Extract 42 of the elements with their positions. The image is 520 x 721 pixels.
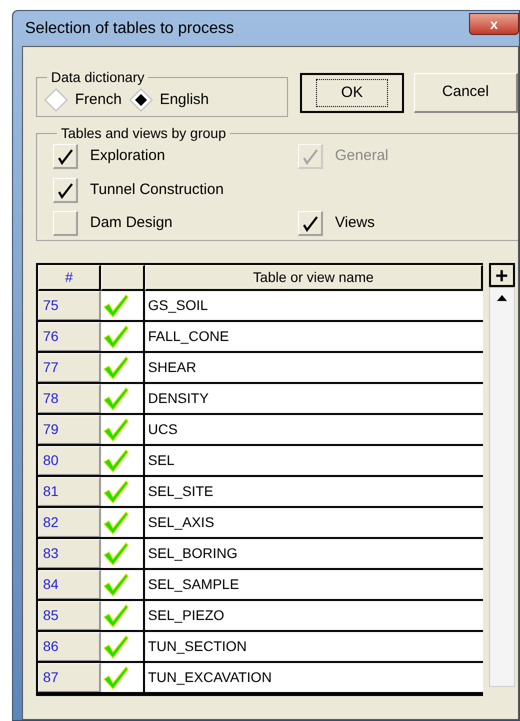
row-header[interactable]: 82 bbox=[38, 508, 101, 537]
row-header[interactable]: 77 bbox=[38, 353, 101, 382]
row-header[interactable]: 85 bbox=[38, 601, 101, 630]
row-header[interactable]: 80 bbox=[38, 446, 101, 475]
window-title: Selection of tables to process bbox=[25, 18, 234, 38]
row-header[interactable]: 75 bbox=[38, 291, 101, 320]
checkbox-label: Dam Design bbox=[90, 213, 173, 234]
row-header[interactable]: 78 bbox=[38, 384, 101, 413]
column-header[interactable]: Table or view name bbox=[145, 265, 483, 291]
table-cell: SEL_AXIS bbox=[145, 508, 483, 537]
table-cell: SEL_SITE bbox=[145, 477, 483, 506]
checkbox-label: Views bbox=[335, 213, 375, 234]
row-header[interactable]: 86 bbox=[38, 632, 101, 661]
radio-label: French bbox=[75, 90, 122, 110]
row-header[interactable]: 76 bbox=[38, 322, 101, 351]
table-cell: SEL_BORING bbox=[145, 539, 483, 568]
checkbox-label: Tunnel Construction bbox=[90, 180, 224, 200]
cancel-button[interactable]: Cancel bbox=[414, 73, 518, 113]
close-button[interactable]: x bbox=[469, 12, 519, 34]
table-cell: TUN_SECTION bbox=[145, 632, 483, 661]
row-header[interactable]: 87 bbox=[38, 663, 101, 692]
table-cell: SEL_SAMPLE bbox=[145, 570, 483, 599]
checkbox-label: Exploration bbox=[90, 146, 166, 166]
table-cell: DENSITY bbox=[145, 384, 483, 413]
group-label: Tables and views by group bbox=[60, 124, 227, 143]
table-cell: SEL bbox=[145, 446, 483, 475]
table-cell: SHEAR bbox=[145, 353, 483, 382]
table-cell: FALL_CONE bbox=[145, 322, 483, 351]
row-header[interactable]: 81 bbox=[38, 477, 101, 506]
table-cell: GS_SOIL bbox=[145, 291, 483, 320]
table-cell: SEL_PIEZO bbox=[145, 601, 483, 630]
radio-label: English bbox=[160, 90, 209, 110]
table-cell: TUN_EXCAVATION bbox=[145, 663, 483, 692]
table-cell: UCS bbox=[145, 415, 483, 444]
row-header[interactable]: 84 bbox=[38, 570, 101, 599]
group-label: Data dictionary bbox=[50, 68, 146, 87]
expand-button[interactable]: + bbox=[488, 263, 515, 287]
ok-button[interactable]: OK bbox=[300, 73, 404, 113]
row-header[interactable]: 79 bbox=[38, 415, 101, 444]
checkbox-label: General bbox=[335, 146, 388, 166]
row-header[interactable]: 83 bbox=[38, 539, 101, 568]
column-header[interactable]: # bbox=[38, 265, 101, 291]
